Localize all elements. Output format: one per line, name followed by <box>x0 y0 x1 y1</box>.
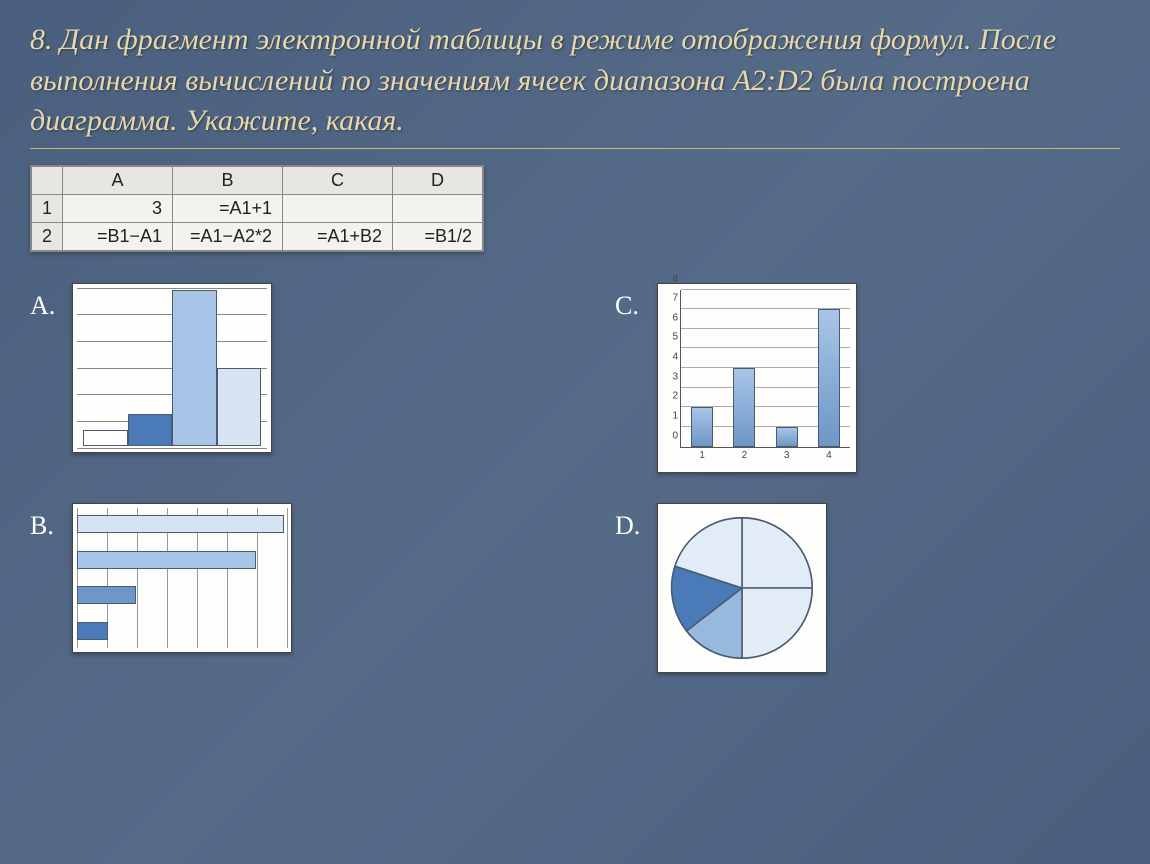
cell-D1 <box>393 194 483 222</box>
chart-A <box>72 283 272 453</box>
chart-D <box>657 503 827 673</box>
chart-C: 0 1 2 3 4 5 6 7 8 1 2 <box>657 283 857 473</box>
table-row: 1 3 =A1+1 <box>32 194 483 222</box>
option-A[interactable]: A. <box>30 283 535 473</box>
option-B[interactable]: B. <box>30 503 535 693</box>
divider <box>30 148 1120 149</box>
header-B: B <box>173 166 283 194</box>
table-row: 2 =B1−A1 =A1−A2*2 =A1+B2 =B1/2 <box>32 222 483 250</box>
row2-num: 2 <box>32 222 63 250</box>
option-D[interactable]: D. <box>615 503 1120 693</box>
header-A: A <box>63 166 173 194</box>
cell-D2: =B1/2 <box>393 222 483 250</box>
header-blank <box>32 166 63 194</box>
cell-B2: =A1−A2*2 <box>173 222 283 250</box>
cell-C1 <box>283 194 393 222</box>
cell-A1: 3 <box>63 194 173 222</box>
header-D: D <box>393 166 483 194</box>
option-C-label: C. <box>615 291 645 321</box>
option-C[interactable]: C. 0 1 2 3 4 5 6 <box>615 283 1120 473</box>
option-D-label: D. <box>615 511 645 541</box>
option-A-label: A. <box>30 291 60 321</box>
cell-B1: =A1+1 <box>173 194 283 222</box>
cell-A2: =B1−A1 <box>63 222 173 250</box>
header-C: C <box>283 166 393 194</box>
row1-num: 1 <box>32 194 63 222</box>
chart-B <box>72 503 292 653</box>
spreadsheet-fragment: A B C D 1 3 =A1+1 2 =B1−A1 =A1−A2*2 =A1+… <box>30 165 484 252</box>
question-text: 8. Дан фрагмент электронной таблицы в ре… <box>30 20 1120 142</box>
option-B-label: B. <box>30 511 60 541</box>
cell-C2: =A1+B2 <box>283 222 393 250</box>
